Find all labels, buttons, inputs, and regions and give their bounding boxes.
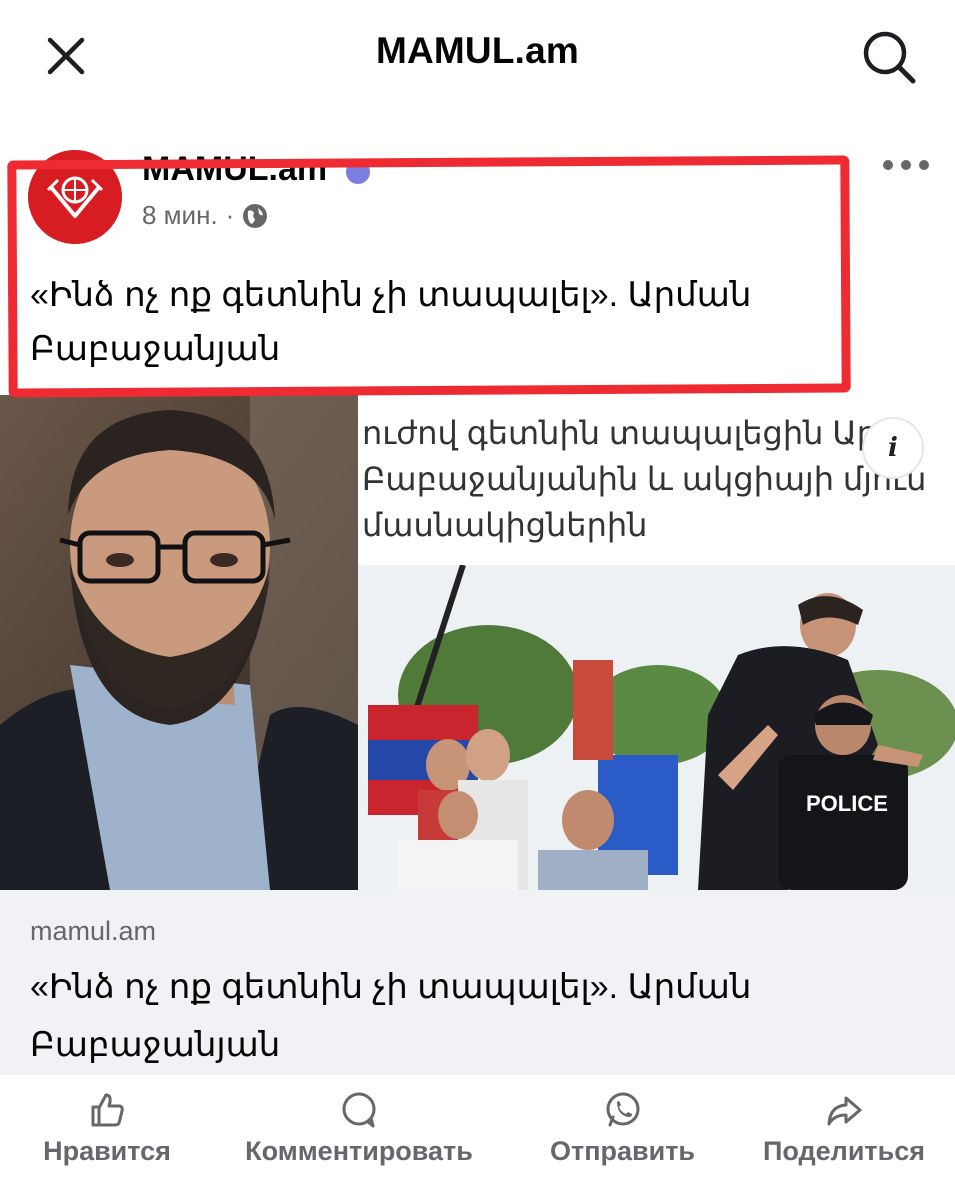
comment-button[interactable]: Комментировать <box>232 1090 486 1167</box>
post-time[interactable]: 8 мин. <box>142 200 218 231</box>
post-meta: 8 мин. · <box>142 200 268 231</box>
link-domain: mamul.am <box>30 916 157 946</box>
verified-badge-icon <box>346 160 370 184</box>
avatar[interactable] <box>28 150 122 244</box>
post-text-line: Բաբաջանյան <box>30 330 281 368</box>
share-arrow-icon <box>827 1096 862 1126</box>
comment-icon <box>342 1092 376 1128</box>
link-title-line: Բաբաջանյան <box>30 1026 281 1064</box>
post-text-line: «Ինձ ոչ ոք գետնին չի տապալել». Արման <box>30 276 752 314</box>
search-icon[interactable] <box>858 26 920 88</box>
like-button[interactable]: Нравится <box>32 1090 182 1167</box>
link-title-line: «Ինձ ոչ ոք գետնին չի տապալել». Արման <box>30 968 752 1006</box>
like-label: Нравится <box>43 1136 171 1166</box>
share-button[interactable]: Поделиться <box>755 1090 933 1167</box>
more-options-icon[interactable] <box>880 150 932 180</box>
thumbs-up-icon <box>91 1093 124 1127</box>
protest-photo: POLICE <box>358 565 955 890</box>
top-bar: MAMUL.am <box>0 0 955 110</box>
overlay-line: ուժով գետնին տապալեցին Ար ն <box>362 415 907 451</box>
meta-separator: · <box>225 200 235 230</box>
post-text: «Ինձ ոչ ոք գետնին չի տապալել». Արման Բաբ… <box>30 268 820 376</box>
overlay-text: ուժով գետնին տապալեցին Ար ն Բաբաջանյանին… <box>362 410 942 548</box>
send-button[interactable]: Отправить <box>540 1090 705 1167</box>
whatsapp-icon <box>606 1092 639 1127</box>
send-label: Отправить <box>549 1136 696 1166</box>
comment-label: Комментировать <box>245 1136 473 1166</box>
overlay-line: Բաբաջանյանին և ակցիայի մյուս <box>362 461 927 497</box>
page-name[interactable]: MAMUL.am <box>142 150 327 189</box>
page-title: MAMUL.am <box>375 30 580 71</box>
globe-icon <box>243 203 268 228</box>
overlay-line: մասնակիցներին <box>362 507 648 543</box>
info-icon[interactable]: i <box>862 417 924 479</box>
link-title[interactable]: «Ինձ ոչ ոք գետնին չի տապալել». Արման Բաբ… <box>30 958 910 1074</box>
mamul-logo-icon <box>28 150 122 244</box>
share-label: Поделиться <box>762 1136 926 1166</box>
police-label: POLICE <box>806 791 888 816</box>
portrait-photo <box>0 395 358 890</box>
